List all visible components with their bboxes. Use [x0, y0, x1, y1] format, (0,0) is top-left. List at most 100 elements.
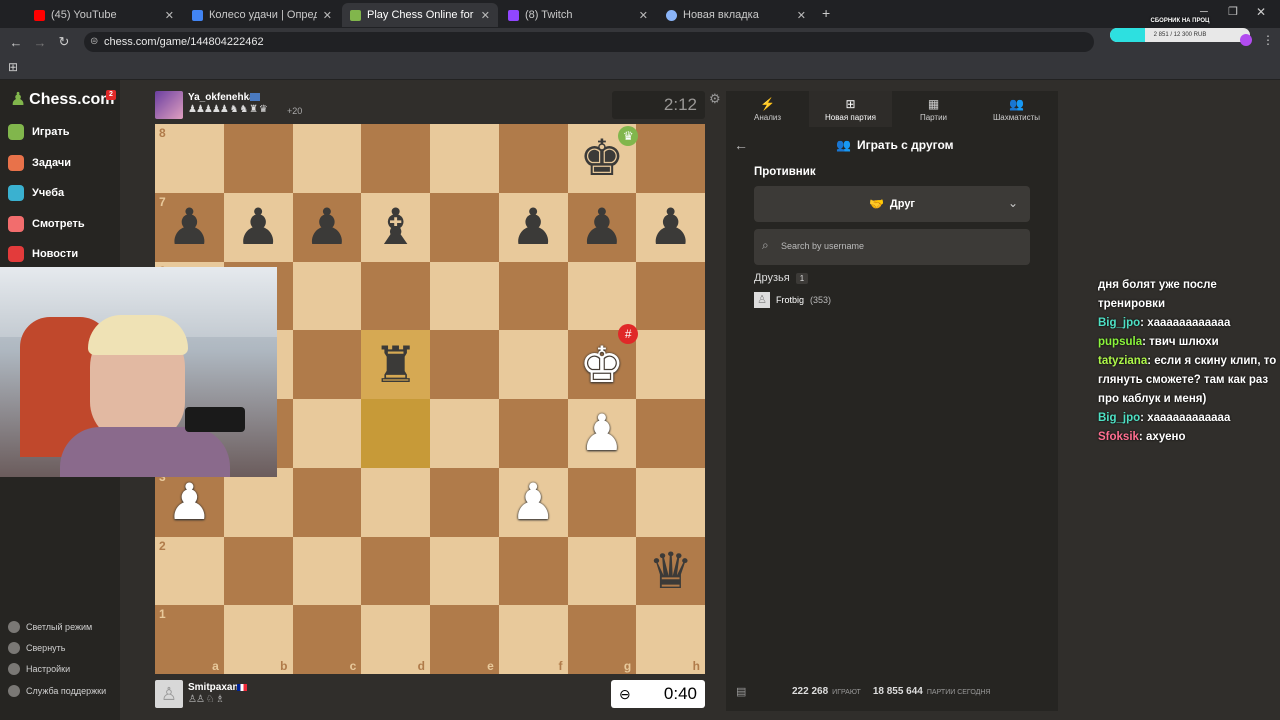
square-a3[interactable]: 3♟: [155, 467, 224, 537]
minimize-icon[interactable]: ─: [1200, 6, 1208, 18]
square-f7[interactable]: ♟: [498, 192, 568, 262]
square-c5[interactable]: [292, 330, 362, 399]
square-f2[interactable]: [498, 536, 568, 606]
chat-bubble-icon[interactable]: ▤: [736, 685, 746, 698]
tab-youtube[interactable]: (45) YouTube ✕: [26, 3, 182, 27]
square-c3[interactable]: [292, 467, 362, 537]
tab-new-game[interactable]: ⊞ Новая партия: [809, 91, 892, 127]
tab-players[interactable]: 👥 Шахматисты: [975, 91, 1058, 127]
sidebar-item-learn[interactable]: Учеба: [8, 180, 64, 206]
square-b1[interactable]: b: [223, 605, 293, 674]
tab-games[interactable]: ▦ Партии: [892, 91, 975, 127]
white-pawn-piece[interactable]: ♟: [167, 477, 212, 527]
square-g5[interactable]: ♚ #: [567, 324, 639, 399]
apps-grid-icon[interactable]: ⊞: [8, 60, 18, 74]
square-f4[interactable]: [498, 399, 568, 468]
square-c8[interactable]: [292, 124, 362, 193]
black-pawn-piece[interactable]: ♟: [648, 202, 693, 252]
black-bishop-piece[interactable]: ♝: [373, 202, 418, 252]
white-pawn-piece[interactable]: ♟: [579, 408, 624, 458]
black-king-piece[interactable]: ♚: [579, 133, 624, 183]
url-field[interactable]: ⊜ chess.com/game/144804222462: [84, 32, 1094, 52]
close-tab-icon[interactable]: ✕: [323, 9, 332, 22]
square-b2[interactable]: [223, 536, 293, 606]
square-h3[interactable]: [636, 467, 705, 537]
square-c7[interactable]: ♟: [292, 192, 362, 262]
square-d7[interactable]: ♝: [361, 192, 430, 262]
square-a8[interactable]: 8: [155, 124, 224, 193]
close-window-icon[interactable]: ✕: [1256, 5, 1266, 19]
square-h2[interactable]: ♛: [636, 536, 705, 606]
sidebar-item-play[interactable]: Играть: [8, 119, 69, 145]
square-b8[interactable]: [223, 124, 293, 193]
square-g3[interactable]: [567, 467, 637, 537]
square-d1[interactable]: d: [361, 605, 430, 674]
friend-search-input[interactable]: ⌕ Search by username: [754, 229, 1030, 265]
light-mode-button[interactable]: Светлый режим: [8, 618, 92, 636]
top-player-name[interactable]: Ya_okfenehka: [188, 92, 255, 103]
collapse-button[interactable]: Свернуть: [8, 639, 65, 657]
board-settings-gear-icon[interactable]: ⚙: [709, 91, 721, 107]
square-g4[interactable]: ♟: [567, 399, 637, 468]
square-d3[interactable]: [361, 467, 430, 537]
white-pawn-piece[interactable]: ♟: [511, 477, 556, 527]
square-f5[interactable]: [498, 330, 568, 399]
site-info-icon[interactable]: ⊜: [90, 32, 98, 52]
forward-arrow-icon[interactable]: →: [28, 35, 52, 50]
reload-icon[interactable]: ↻: [52, 34, 76, 50]
tab-analysis[interactable]: ⚡ Анализ: [726, 91, 809, 127]
square-h8[interactable]: [636, 124, 705, 193]
square-e2[interactable]: [430, 536, 499, 606]
square-g7[interactable]: ♟: [567, 192, 637, 262]
square-h6[interactable]: [636, 261, 705, 331]
help-button[interactable]: Служба поддержки: [8, 682, 106, 700]
tab-wheel[interactable]: Колесо удачи | Определите п ✕: [184, 3, 340, 27]
black-pawn-piece[interactable]: ♟: [236, 202, 281, 252]
square-c1[interactable]: c: [292, 605, 362, 674]
square-d6[interactable]: [361, 261, 430, 331]
square-g1[interactable]: g: [567, 605, 637, 674]
close-tab-icon[interactable]: ✕: [639, 9, 648, 22]
square-f6[interactable]: [498, 261, 568, 331]
top-player-avatar[interactable]: [155, 91, 183, 119]
menu-dots-icon[interactable]: ⋮: [1262, 33, 1274, 47]
black-rook-piece[interactable]: ♜: [373, 340, 418, 390]
square-c4[interactable]: [292, 399, 362, 468]
square-a2[interactable]: 2: [155, 536, 224, 606]
chess-logo[interactable]: ♟ Chess.com: [10, 89, 115, 110]
square-d2[interactable]: [361, 536, 430, 606]
tab-new[interactable]: Новая вкладка ✕: [658, 3, 814, 27]
square-b7[interactable]: ♟: [223, 192, 293, 262]
square-f3[interactable]: ♟: [498, 467, 568, 537]
white-king-piece[interactable]: ♚: [579, 340, 624, 390]
square-d8[interactable]: [361, 124, 430, 193]
square-c6[interactable]: [292, 261, 362, 331]
sidebar-item-puzzles[interactable]: Задачи: [8, 150, 71, 176]
black-pawn-piece[interactable]: ♟: [167, 202, 212, 252]
back-arrow-icon[interactable]: ←: [734, 137, 748, 153]
friend-row[interactable]: ♙ Frotbig (353): [754, 292, 831, 308]
sidebar-item-news[interactable]: Новости: [8, 241, 78, 267]
square-g2[interactable]: [567, 536, 637, 606]
bottom-player-avatar[interactable]: ♙: [155, 680, 183, 708]
square-a7[interactable]: 7 ♟: [155, 192, 224, 262]
black-queen-piece[interactable]: ♛: [648, 546, 693, 596]
square-e5[interactable]: [430, 330, 499, 399]
square-e7[interactable]: [430, 192, 499, 262]
tab-chess[interactable]: Play Chess Online for FREE - 2 ✕: [342, 3, 498, 27]
tab-twitch[interactable]: (8) Twitch ✕: [500, 3, 656, 27]
new-tab-plus-icon[interactable]: +: [822, 5, 830, 21]
square-h7[interactable]: ♟: [636, 192, 705, 262]
square-e8[interactable]: [430, 124, 499, 193]
square-h1[interactable]: h: [636, 605, 705, 674]
close-tab-icon[interactable]: ✕: [481, 9, 490, 22]
maximize-icon[interactable]: ❐: [1228, 5, 1238, 18]
black-pawn-piece[interactable]: ♟: [304, 202, 349, 252]
square-f1[interactable]: f: [498, 605, 568, 674]
square-b3[interactable]: [223, 467, 293, 537]
opponent-select[interactable]: 🤝 Друг ⌄: [754, 186, 1030, 222]
settings-button[interactable]: Настройки: [8, 660, 70, 678]
profile-avatar-icon[interactable]: [1240, 34, 1252, 46]
square-d5[interactable]: ♜: [361, 330, 430, 399]
black-pawn-piece[interactable]: ♟: [579, 202, 624, 252]
